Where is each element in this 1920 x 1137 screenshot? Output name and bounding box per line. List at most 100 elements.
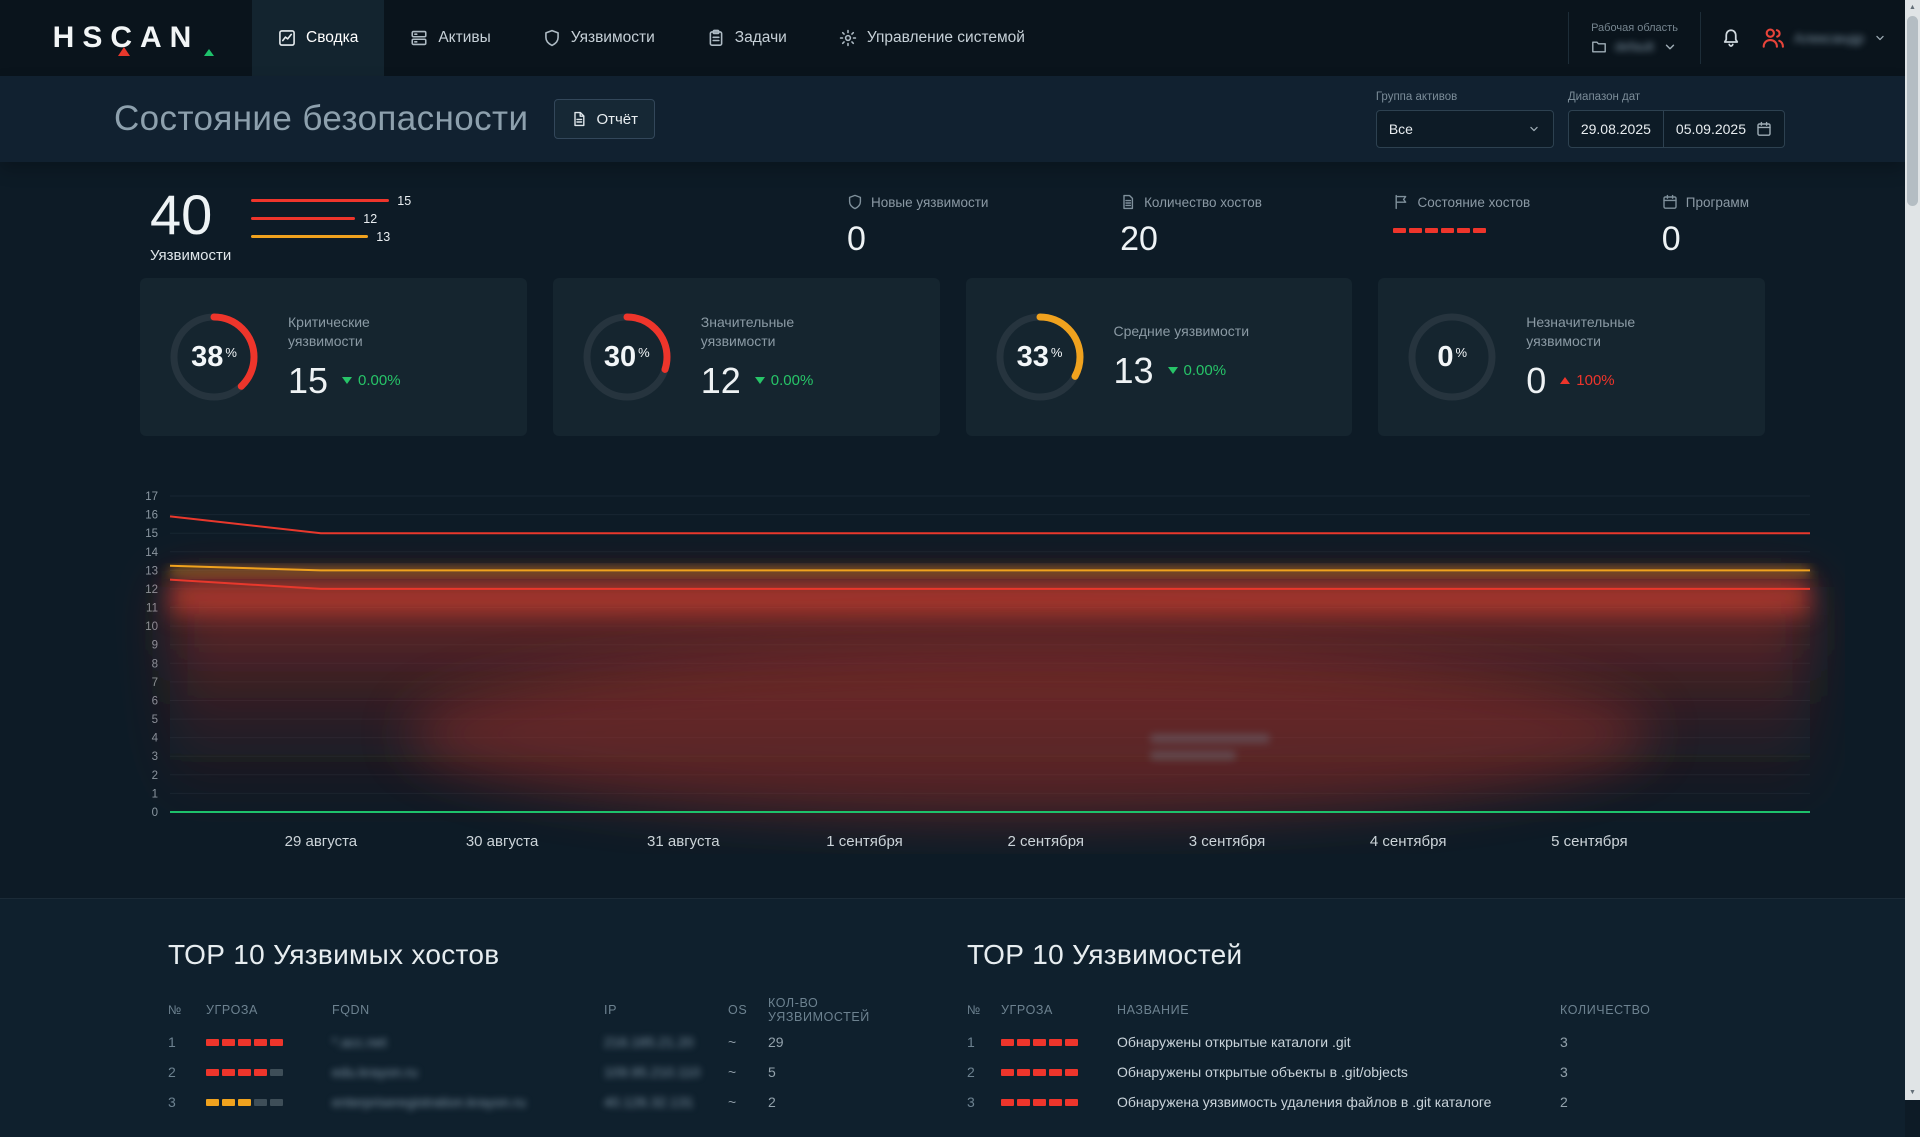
host-os: ~ [728, 1064, 768, 1080]
trend-value: 100% [1576, 372, 1614, 389]
column-header: КОЛИЧЕСТВО [1560, 1003, 1690, 1017]
vuln-card-3[interactable]: 33%Средние уязвимости130.00% [966, 278, 1353, 436]
trend-value: 0.00% [1184, 362, 1227, 379]
tasks-icon [707, 29, 725, 47]
tab-label: Уязвимости [571, 29, 655, 47]
trend-arrow-icon [755, 377, 765, 384]
vuln-card-4[interactable]: 0%Незначительные уязвимости0100% [1378, 278, 1765, 436]
report-icon [571, 111, 587, 127]
asset-group-select[interactable]: Все [1376, 110, 1554, 148]
tab-label: Активы [438, 29, 490, 47]
row-number: 3 [168, 1094, 206, 1110]
vuln-card-2[interactable]: 30%Значительные уязвимости120.00% [553, 278, 940, 436]
svg-text:1: 1 [152, 789, 158, 801]
date-from[interactable]: 29.08.2025 [1569, 111, 1663, 147]
donut-percent: 33 [1017, 341, 1049, 374]
severity-bars [1001, 1069, 1117, 1076]
scrollbar-up-arrow[interactable]: ▲ [1905, 0, 1920, 15]
date-range-picker[interactable]: 29.08.2025 05.09.2025 [1568, 110, 1785, 148]
user-name: Александр [1794, 30, 1864, 46]
host-ip: 216.185.21.20 [604, 1034, 728, 1050]
column-header: НАЗВАНИЕ [1117, 1003, 1560, 1017]
app-logo[interactable]: HSCAN [0, 0, 252, 76]
card-count: 12 [701, 360, 741, 402]
svg-text:30 августа: 30 августа [466, 833, 539, 850]
tab-2[interactable]: Активы [384, 0, 516, 76]
svg-text:10: 10 [145, 621, 158, 633]
stat-item-host-state: Состояние хостов [1393, 194, 1530, 264]
scrollbar-thumb[interactable] [1907, 16, 1918, 206]
column-header: КОЛ-ВО УЯЗВИМОСТЕЙ [768, 996, 891, 1024]
assets-icon [410, 29, 428, 47]
svg-text:8: 8 [152, 658, 158, 670]
page-header: Состояние безопасности Отчёт Группа акти… [0, 76, 1905, 162]
table-row[interactable]: 3enterpriseregistration.krayon.ru40.126.… [168, 1087, 891, 1117]
card-title: Средние уязвимости [1114, 322, 1250, 342]
svg-text:4 сентября: 4 сентября [1370, 833, 1447, 850]
card-title: Значительные уязвимости [701, 313, 861, 352]
asset-group-value: Все [1389, 121, 1413, 137]
tab-3[interactable]: Уязвимости [517, 0, 681, 76]
svg-text:15: 15 [145, 528, 158, 540]
trend-indicator: 0.00% [342, 372, 401, 389]
legend-line [251, 217, 355, 220]
report-button[interactable]: Отчёт [554, 99, 655, 139]
table-row[interactable]: 1Обнаружены открытые каталоги .git3 [967, 1027, 1690, 1057]
legend-line [251, 199, 389, 202]
hosts-icon [1120, 194, 1136, 210]
svg-text:14: 14 [145, 547, 158, 559]
trend-arrow-icon [1560, 377, 1570, 384]
stat-item-host-count: Количество хостов20 [1120, 194, 1262, 264]
legend-value: 13 [376, 230, 390, 244]
table-row[interactable]: 2Обнаружены открытые объекты в .git/obje… [967, 1057, 1690, 1087]
svg-text:6: 6 [152, 696, 158, 708]
row-number: 3 [967, 1094, 1001, 1110]
workspace-value: default [1615, 39, 1654, 54]
column-header: № [168, 1003, 206, 1017]
donut-chart: 38% [162, 305, 266, 409]
top-vulns-table: ТОР 10 Уязвимостей №УГРОЗАНАЗВАНИЕКОЛИЧЕ… [967, 939, 1690, 1117]
tab-4[interactable]: Задачи [681, 0, 813, 76]
chart-canvas: 0123456789101112131415161729 августа30 а… [55, 476, 1845, 854]
vuln-card-1[interactable]: 38%Критические уязвимости150.00% [140, 278, 527, 436]
legend-row: 15 [251, 194, 411, 207]
card-count: 0 [1526, 360, 1546, 402]
tab-label: Сводка [306, 29, 358, 47]
tab-1[interactable]: Сводка [252, 0, 384, 76]
svg-text:12: 12 [145, 584, 158, 596]
svg-text:3: 3 [152, 751, 158, 763]
calendar-icon [1662, 194, 1678, 210]
stat-item-programs: Программ0 [1662, 194, 1749, 264]
donut-percent: 38 [191, 341, 223, 374]
svg-text:2 сентября: 2 сентября [1008, 833, 1085, 850]
date-range-filter: Диапазон дат 29.08.2025 05.09.2025 [1568, 91, 1785, 148]
workspace-switcher[interactable]: Рабочая область default [1568, 12, 1701, 64]
trend-arrow-icon [1168, 367, 1178, 374]
table-row[interactable]: 2edu.krayon.ru109.95.210.110~5 [168, 1057, 891, 1087]
card-count: 15 [288, 360, 328, 402]
trend-indicator: 0.00% [1168, 362, 1227, 379]
table-row[interactable]: 3Обнаружена уязвимость удаления файлов в… [967, 1087, 1690, 1117]
user-menu[interactable]: Александр [1761, 26, 1887, 50]
tab-label: Управление системой [867, 29, 1025, 47]
host-os: ~ [728, 1034, 768, 1050]
host-os: ~ [728, 1094, 768, 1110]
chart-tooltip-blur [1150, 734, 1270, 760]
column-header: OS [728, 1003, 768, 1017]
card-title: Незначительные уязвимости [1526, 313, 1686, 352]
scrollbar-down-arrow[interactable]: ▼ [1905, 1085, 1920, 1100]
svg-text:31 августа: 31 августа [647, 833, 720, 850]
tab-5[interactable]: Управление системой [813, 0, 1051, 76]
vuln-count: 2 [768, 1094, 891, 1110]
svg-text:0: 0 [152, 807, 158, 819]
table-row[interactable]: 1*.acc.net216.185.21.20~29 [168, 1027, 891, 1057]
top-hosts-rows: №УГРОЗАFQDNIPOSКОЛ-ВО УЯЗВИМОСТЕЙ1*.acc.… [168, 993, 891, 1117]
svg-text:11: 11 [146, 603, 158, 615]
page-scrollbar[interactable]: ▲ ▼ [1905, 0, 1920, 1100]
stat-item-new-vulns: Новые уязвимости0 [847, 194, 988, 264]
svg-text:3 сентября: 3 сентября [1189, 833, 1266, 850]
host-ip: 40.126.32.131 [604, 1094, 728, 1110]
notifications-bell-icon[interactable] [1721, 28, 1741, 48]
date-to-cell[interactable]: 05.09.2025 [1663, 111, 1784, 147]
row-number: 1 [168, 1034, 206, 1050]
